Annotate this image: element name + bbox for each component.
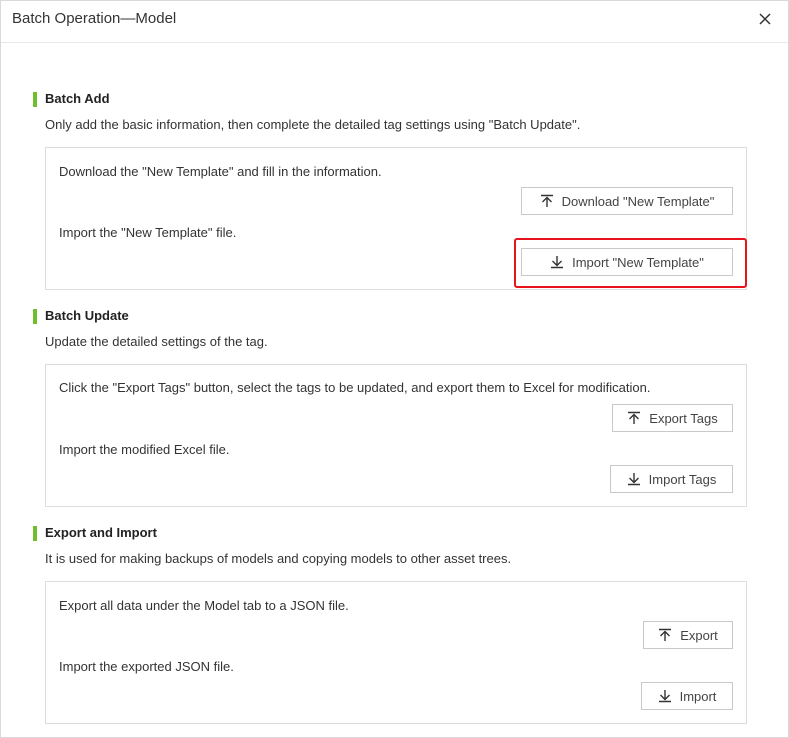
export-import-title: Export and Import <box>45 525 157 540</box>
batch-add-header: Batch Add <box>33 91 747 109</box>
batch-update-section: Batch Update Update the detailed setting… <box>33 308 747 508</box>
batch-operation-dialog: Batch Operation—Model Batch Add Only add… <box>0 0 789 738</box>
export-import-step1-text: Export all data under the Model tab to a… <box>59 598 349 613</box>
batch-update-header: Batch Update <box>33 308 747 326</box>
batch-add-title: Batch Add <box>45 91 110 106</box>
download-new-template-label: Download "New Template" <box>561 193 715 209</box>
import-tags-button[interactable]: Import Tags <box>610 465 733 493</box>
export-import-step2-text: Import the exported JSON file. <box>59 659 234 674</box>
upload-arrow-icon <box>628 411 641 424</box>
import-button[interactable]: Import <box>641 682 733 710</box>
batch-update-description: Update the detailed settings of the tag. <box>45 334 268 349</box>
import-label: Import <box>679 688 717 704</box>
batch-update-title: Batch Update <box>45 308 129 323</box>
export-tags-label: Export Tags <box>649 410 718 426</box>
export-import-section: Export and Import It is used for making … <box>33 525 747 725</box>
download-new-template-button[interactable]: Download "New Template" <box>521 187 733 215</box>
batch-add-step2-text: Import the "New Template" file. <box>59 225 237 240</box>
export-label: Export <box>680 627 718 643</box>
dialog-title: Batch Operation—Model <box>12 10 177 27</box>
batch-add-step1-text: Download the "New Template" and fill in … <box>59 164 382 179</box>
batch-update-step1-text: Click the "Export Tags" button, select t… <box>59 380 651 395</box>
download-arrow-icon <box>627 473 640 486</box>
dialog-header: Batch Operation—Model <box>1 1 788 43</box>
batch-update-step2-text: Import the modified Excel file. <box>59 442 230 457</box>
import-new-template-button[interactable]: Import "New Template" <box>521 248 733 276</box>
batch-add-description: Only add the basic information, then com… <box>45 117 581 132</box>
import-tags-label: Import Tags <box>648 471 717 487</box>
section-accent-bar <box>33 526 37 541</box>
section-accent-bar <box>33 92 37 107</box>
batch-add-section: Batch Add Only add the basic information… <box>33 91 747 291</box>
batch-add-card: Download the "New Template" and fill in … <box>45 147 747 290</box>
batch-update-card: Click the "Export Tags" button, select t… <box>45 364 747 507</box>
export-import-description: It is used for making backups of models … <box>45 551 512 566</box>
import-new-template-label: Import "New Template" <box>572 254 704 270</box>
upload-arrow-icon <box>659 628 672 641</box>
export-import-header: Export and Import <box>33 525 747 543</box>
download-arrow-icon <box>658 690 671 703</box>
export-tags-button[interactable]: Export Tags <box>612 404 733 432</box>
close-icon[interactable] <box>755 9 775 29</box>
upload-arrow-icon <box>540 194 553 207</box>
export-button[interactable]: Export <box>643 621 733 649</box>
export-import-card: Export all data under the Model tab to a… <box>45 581 747 724</box>
download-arrow-icon <box>551 256 564 269</box>
section-accent-bar <box>33 309 37 324</box>
